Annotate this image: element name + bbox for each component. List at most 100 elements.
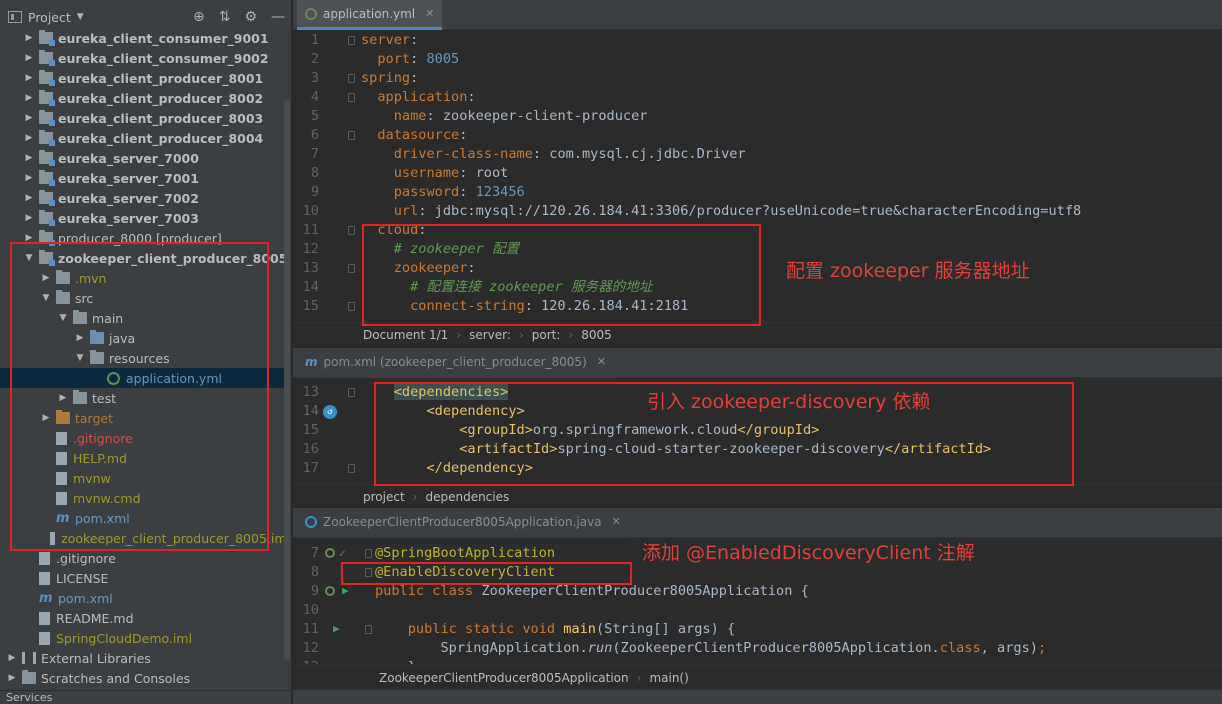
spring-java-icon — [305, 515, 317, 528]
chevron-right-icon[interactable]: ▶ — [23, 73, 35, 83]
annotation-zookeeper-config: 配置 zookeeper 服务器地址 — [786, 260, 1030, 282]
editor-java: ZookeeperClientProducer8005Application.j… — [293, 508, 1222, 690]
locate-icon[interactable]: ⊕ — [193, 9, 205, 25]
run-config-icon[interactable]: ✓ — [339, 547, 346, 560]
breadcrumb-item[interactable]: main() — [649, 671, 688, 685]
highlight-box-zookeeper-config — [362, 224, 761, 326]
hide-icon[interactable]: — — [271, 9, 285, 25]
tree-item[interactable]: .gitignore — [0, 548, 290, 568]
module-icon — [39, 50, 55, 66]
editor2-tabbar: m pom.xml (zookeeper_client_producer_800… — [293, 348, 1222, 378]
project-panel-title: Project — [28, 9, 71, 25]
tab-pom-xml[interactable]: m pom.xml (zookeeper_client_producer_800… — [297, 348, 614, 378]
services-tab[interactable]: Services — [0, 690, 290, 704]
tree-item[interactable]: ▶ eureka_client_producer_8004 — [0, 128, 290, 148]
maven-gutter-icon[interactable]: ↺ — [323, 405, 337, 419]
collapse-all-icon[interactable]: ⇅ — [219, 9, 231, 25]
highlight-box-module — [10, 242, 269, 551]
tree-item-label: eureka_server_7000 — [58, 150, 199, 166]
chevron-right-icon[interactable]: ▶ — [23, 93, 35, 103]
chevron-right-icon[interactable]: ▶ — [23, 53, 35, 63]
close-icon[interactable]: ✕ — [612, 515, 621, 528]
chevron-right-icon[interactable]: ▶ — [23, 133, 35, 143]
chevron-right-icon[interactable]: ▶ — [23, 173, 35, 183]
editor3-tabbar: ZookeeperClientProducer8005Application.j… — [293, 508, 1222, 538]
chevron-down-icon[interactable]: ▼ — [77, 12, 84, 22]
maven-icon: m — [305, 354, 318, 369]
module-icon — [39, 130, 55, 146]
editor3-breadcrumb: ZookeeperClientProducer8005Application › … — [293, 665, 1222, 689]
chevron-right-icon[interactable]: ▶ — [23, 33, 35, 43]
status-strip — [293, 690, 1222, 704]
tree-scrollbar[interactable] — [284, 100, 290, 660]
tree-item-label: README.md — [56, 610, 134, 626]
run-icon[interactable]: ▶ — [333, 622, 340, 635]
tree-item[interactable]: ▶ eureka_client_producer_8001 — [0, 68, 290, 88]
close-icon[interactable]: ✕ — [425, 7, 434, 20]
tree-item[interactable]: README.md — [0, 608, 290, 628]
tree-item[interactable]: ▶ eureka_server_7003 — [0, 208, 290, 228]
chevron-right-icon[interactable]: ▶ — [6, 653, 18, 663]
tree-item[interactable]: ▶ eureka_client_consumer_9001 — [0, 28, 290, 48]
breadcrumb-item[interactable]: project — [363, 490, 405, 504]
tree-item-label: eureka_client_producer_8001 — [58, 70, 264, 86]
tree-item[interactable]: ▶ External Libraries — [0, 648, 290, 668]
module-icon — [39, 90, 55, 106]
annotation-dependency: 引入 zookeeper-discovery 依赖 — [647, 391, 931, 413]
gear-icon[interactable]: ⚙ — [244, 9, 257, 25]
spring-bean-icon[interactable] — [325, 548, 335, 558]
tree-item[interactable]: ▶ eureka_client_consumer_9002 — [0, 48, 290, 68]
highlight-box-annotation — [341, 562, 632, 585]
tab-label: pom.xml (zookeeper_client_producer_8005) — [323, 354, 587, 369]
tab-label: application.yml — [323, 6, 416, 21]
tree-item[interactable]: ▶ eureka_client_producer_8002 — [0, 88, 290, 108]
spring-bean-icon[interactable] — [325, 586, 335, 596]
maven-icon: m — [39, 590, 53, 606]
tree-item[interactable]: SpringCloudDemo.iml — [0, 628, 290, 648]
tree-item[interactable]: m pom.xml — [0, 588, 290, 608]
breadcrumb-item[interactable]: Document 1/1 — [363, 328, 448, 342]
chevron-right-icon[interactable]: ▶ — [23, 153, 35, 163]
tree-item-label: eureka_server_7003 — [58, 210, 199, 226]
module-icon — [39, 150, 55, 166]
tree-item-label: eureka_server_7001 — [58, 170, 199, 186]
file-icon — [39, 631, 50, 645]
chevron-right-icon[interactable]: ▶ — [6, 673, 18, 683]
tab-application-yml[interactable]: application.yml ✕ — [297, 0, 443, 30]
services-tab-label: Services — [6, 691, 53, 704]
tab-label: ZookeeperClientProducer8005Application.j… — [323, 514, 602, 529]
tree-item[interactable]: ▶ eureka_client_producer_8003 — [0, 108, 290, 128]
module-icon — [39, 70, 55, 86]
breadcrumb-item[interactable]: 8005 — [581, 328, 612, 342]
tree-item[interactable]: LICENSE — [0, 568, 290, 588]
module-icon — [39, 190, 55, 206]
tree-item-label: SpringCloudDemo.iml — [56, 630, 193, 646]
run-icon[interactable]: ▶ — [342, 584, 349, 597]
chevron-right-icon[interactable]: ▶ — [23, 113, 35, 123]
tree-item[interactable]: ▶ Scratches and Consoles — [0, 668, 290, 688]
breadcrumb-item[interactable]: ZookeeperClientProducer8005Application — [379, 671, 629, 685]
close-icon[interactable]: ✕ — [597, 355, 606, 368]
scratch-icon — [22, 670, 36, 684]
chevron-right-icon[interactable]: ▶ — [23, 213, 35, 223]
breadcrumb-item[interactable]: server: — [469, 328, 511, 342]
tree-item[interactable]: ▶ eureka_server_7002 — [0, 188, 290, 208]
tree-item[interactable]: ▶ eureka_server_7000 — [0, 148, 290, 168]
tree-item-label: eureka_client_consumer_9001 — [58, 30, 269, 46]
tree-item-label: pom.xml — [58, 590, 113, 606]
tree-item[interactable]: ▶ eureka_server_7001 — [0, 168, 290, 188]
tree-item-label: eureka_client_producer_8002 — [58, 90, 264, 106]
file-icon — [39, 571, 50, 585]
tree-item-label: eureka_client_producer_8004 — [58, 130, 264, 146]
library-icon — [22, 652, 36, 664]
breadcrumb-item[interactable]: port: — [532, 328, 561, 342]
spring-yml-icon — [305, 7, 317, 20]
file-icon — [39, 551, 50, 565]
module-icon — [39, 30, 55, 46]
chevron-right-icon[interactable]: ▶ — [23, 193, 35, 203]
tree-item-label: External Libraries — [41, 650, 151, 666]
tree-item-label: Scratches and Consoles — [41, 670, 191, 686]
tab-java-application[interactable]: ZookeeperClientProducer8005Application.j… — [297, 508, 629, 538]
breadcrumb-item[interactable]: dependencies — [425, 490, 509, 504]
tree-item-label: .gitignore — [56, 550, 116, 566]
